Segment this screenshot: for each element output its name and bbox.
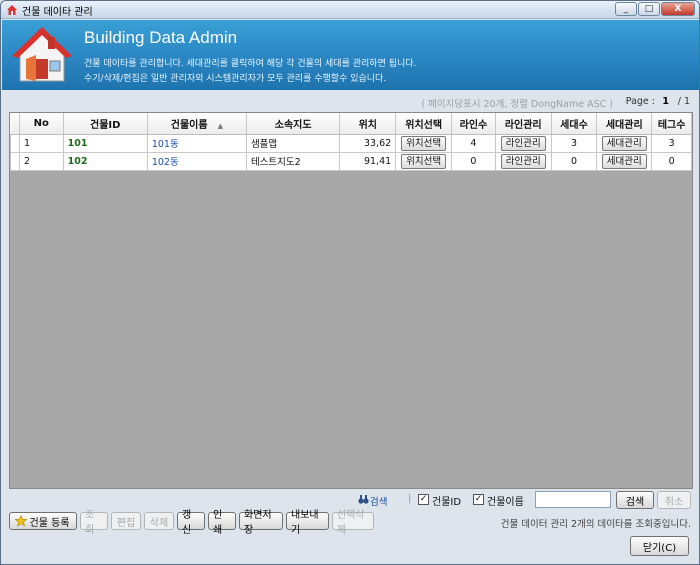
banner-description-1: 건물 데이타를 관리합니다. 세대관리를 클릭하여 해당 각 건물의 세대를 관…	[84, 59, 417, 69]
col-header-unit-count[interactable]: 세대수	[551, 113, 598, 135]
table-row[interactable]: 2 102 102동 테스트지도2 91,41 위치선택 0 라인관리 0 세대…	[10, 151, 692, 171]
col-header-line-manage[interactable]: 라인관리	[495, 113, 552, 135]
cell-line-manage: 라인관리	[494, 133, 552, 153]
table-header-row: No 건물ID 건물이름 ▲ 소속지도 위치 위치선택 라인수 라인관리 세대수 …	[10, 113, 692, 135]
page-label: Page :	[625, 96, 655, 107]
position-select-button[interactable]: 위치선택	[401, 153, 447, 169]
close-window-button[interactable]: X	[661, 2, 695, 16]
binoculars-icon	[358, 495, 369, 504]
row-selector[interactable]	[10, 133, 20, 153]
cell-unit-manage: 세대관리	[596, 151, 653, 171]
close-button[interactable]: 닫기(C)	[630, 536, 689, 556]
header-banner: Building Data Admin 건물 데이타를 관리합니다. 세대관리를…	[2, 20, 699, 90]
cell-unit-count: 3	[550, 133, 598, 153]
cell-unit-manage: 세대관리	[596, 133, 653, 153]
cell-unit-count: 0	[550, 151, 598, 171]
cell-tag-count: 0	[651, 151, 692, 171]
building-id-checkbox[interactable]: ✓	[418, 494, 429, 505]
cell-no: 2	[19, 151, 64, 171]
cancel-search-button[interactable]: 취소	[657, 491, 691, 509]
row-selector[interactable]	[10, 151, 20, 171]
title-bar: 건물 데이타 관리 _ □ X	[1, 1, 699, 19]
cell-position: 33,62	[339, 133, 397, 153]
delete-selected-button[interactable]: 선택삭제	[332, 510, 374, 536]
search-button[interactable]: 검색	[616, 491, 654, 509]
search-label: 검색	[370, 497, 388, 508]
paging-info: ( 페이지당표시 20개, 정렬 DongName ASC ) Page : 1…	[9, 93, 693, 111]
star-icon	[14, 515, 27, 527]
cell-position: 91,41	[339, 151, 397, 171]
cell-map: 테스트지도2	[245, 151, 341, 171]
sort-info: ( 페이지당표시 20개, 정렬 DongName ASC )	[421, 99, 613, 110]
view-button[interactable]: 조회	[80, 510, 108, 536]
building-id-checkbox-label: 건물ID	[432, 497, 462, 508]
line-manage-button[interactable]: 라인관리	[500, 153, 546, 169]
cell-position-select: 위치선택	[395, 133, 453, 153]
line-manage-button[interactable]: 라인관리	[500, 135, 546, 151]
cell-map: 샘플맵	[245, 133, 341, 153]
position-select-button[interactable]: 위치선택	[401, 135, 447, 151]
sort-asc-icon: ▲	[217, 121, 223, 130]
cell-line-manage: 라인관리	[494, 151, 552, 171]
delete-button[interactable]: 삭제	[144, 512, 174, 530]
add-building-button[interactable]: 건물 등록	[9, 512, 77, 530]
building-table: No 건물ID 건물이름 ▲ 소속지도 위치 위치선택 라인수 라인관리 세대수 …	[10, 113, 692, 171]
building-name-checkbox[interactable]: ✓	[473, 494, 484, 505]
cell-position-select: 위치선택	[395, 151, 453, 171]
cell-building-name[interactable]: 101동	[146, 133, 247, 153]
window-controls: _ □ X	[615, 2, 695, 16]
current-page[interactable]: 1	[662, 96, 669, 107]
cell-building-name[interactable]: 102동	[146, 151, 247, 171]
search-input[interactable]	[535, 491, 611, 508]
data-grid: No 건물ID 건물이름 ▲ 소속지도 위치 위치선택 라인수 라인관리 세대수 …	[9, 112, 693, 489]
col-header-position-select[interactable]: 위치선택	[395, 113, 453, 135]
unit-manage-button[interactable]: 세대관리	[601, 153, 647, 169]
bottom-toolbar: 건물 등록 조회 편집 삭제 갱신 인쇄 화면저장 내보내기 선택삭제 건물 데…	[9, 510, 693, 536]
minimize-button[interactable]: _	[615, 2, 637, 16]
dialog-footer: 닫기(C)	[1, 532, 699, 564]
export-button[interactable]: 내보내기	[286, 510, 329, 536]
cell-tag-count: 3	[651, 133, 692, 153]
cell-no: 1	[19, 133, 64, 153]
add-building-label: 건물 등록	[29, 517, 70, 529]
building-name-checkbox-label: 건물이름	[487, 497, 524, 508]
window-title: 건물 데이타 관리	[22, 7, 93, 18]
maximize-button[interactable]: □	[638, 2, 660, 16]
building-name-header-label: 건물이름	[170, 119, 208, 131]
refresh-button[interactable]: 갱신	[177, 510, 205, 536]
cell-building-id: 102	[62, 151, 148, 171]
search-separator: |	[408, 493, 412, 504]
col-header-line-count[interactable]: 라인수	[451, 113, 496, 135]
col-header-building-name[interactable]: 건물이름 ▲	[147, 113, 247, 135]
cell-line-count: 4	[451, 133, 496, 153]
house-app-icon	[7, 5, 17, 15]
col-header-building-id[interactable]: 건물ID	[63, 113, 148, 135]
col-header-tag-count[interactable]: 테그수	[651, 113, 692, 135]
row-selector-header	[10, 113, 20, 135]
table-row[interactable]: 1 101 101동 샘플맵 33,62 위치선택 4 라인관리 3 세대관리 …	[10, 133, 692, 153]
col-header-unit-manage[interactable]: 세대관리	[596, 113, 653, 135]
save-screen-button[interactable]: 화면저장	[239, 510, 283, 536]
cell-building-id: 101	[62, 133, 148, 153]
status-message: 건물 데이터 관리 2개의 데이타를 조회중입니다.	[500, 519, 691, 530]
col-header-no[interactable]: No	[19, 113, 64, 135]
total-pages: / 1	[677, 96, 690, 107]
edit-button[interactable]: 편집	[111, 512, 141, 530]
app-window: 건물 데이타 관리 _ □ X Building Data Admin 건물 데…	[0, 0, 700, 565]
col-header-map[interactable]: 소속지도	[246, 113, 341, 135]
print-button[interactable]: 인쇄	[208, 510, 236, 536]
unit-manage-button[interactable]: 세대관리	[601, 135, 647, 151]
banner-description-2: 수기/삭제/편집은 일반 관리자외 시스템관리자가 모두 관리를 수행할수 있습…	[84, 74, 387, 84]
cell-line-count: 0	[451, 151, 496, 171]
banner-title: Building Data Admin	[84, 28, 238, 47]
col-header-position[interactable]: 위치	[339, 113, 397, 135]
building-logo-icon	[12, 27, 72, 82]
